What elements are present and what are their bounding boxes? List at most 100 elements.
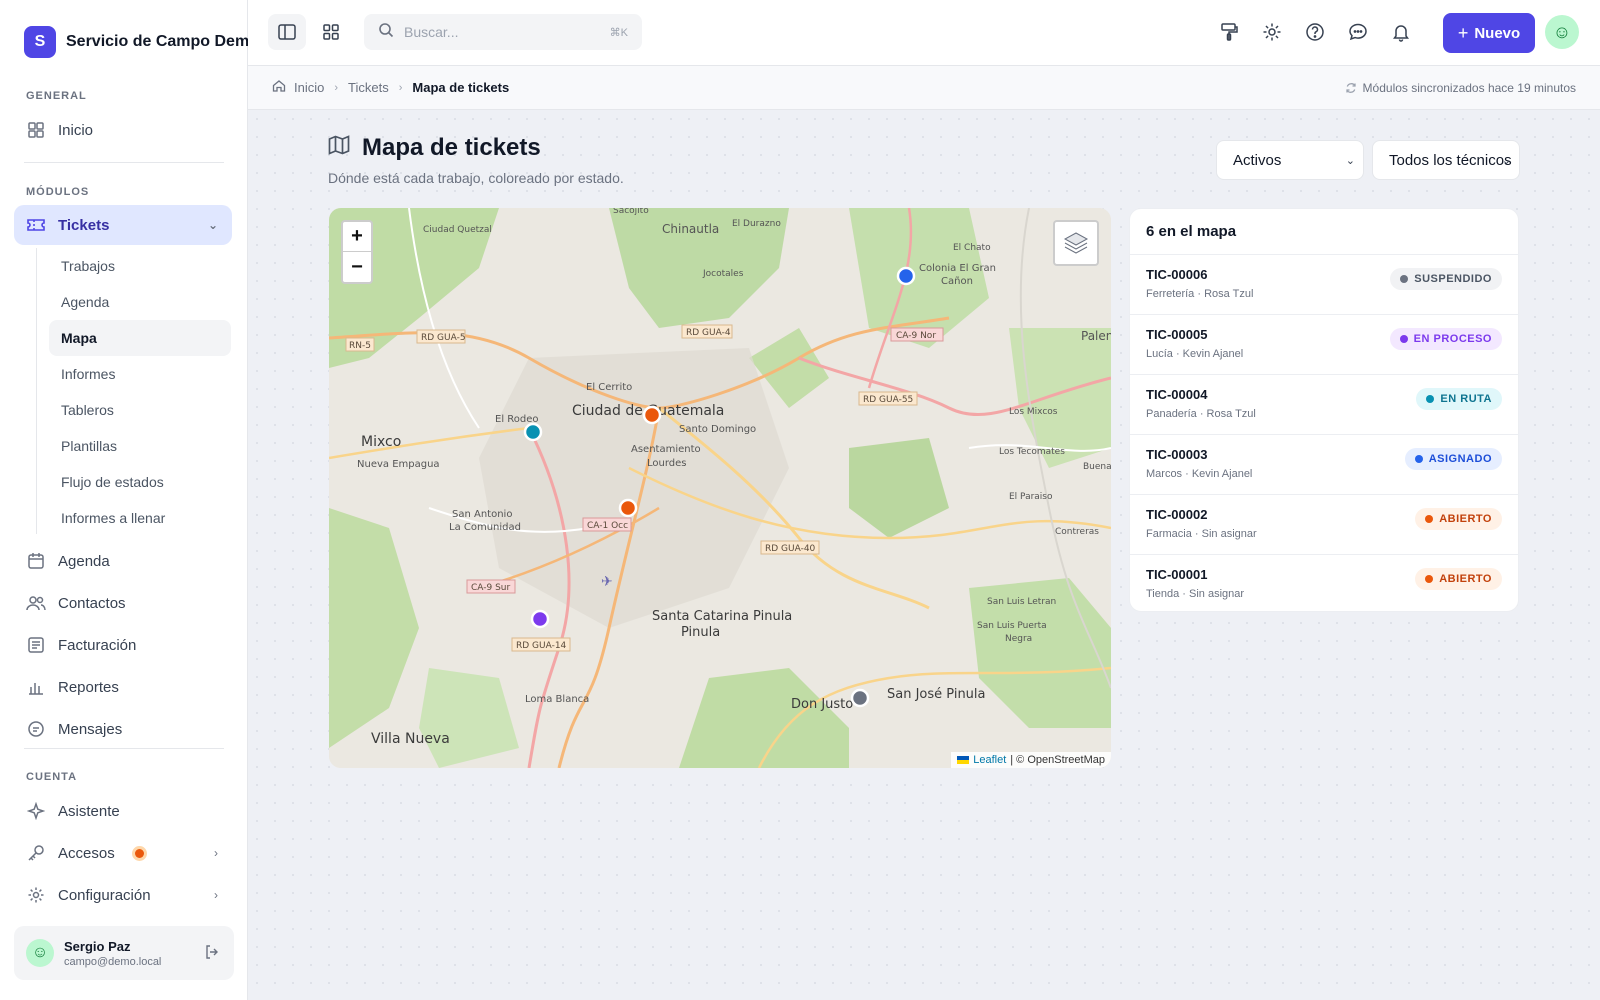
status-label: SUSPENDIDO <box>1414 273 1492 285</box>
sidebar-item-label: Inicio <box>58 121 94 139</box>
map-tiles: RD GUA-5 RN-5 RD GUA-4 CA-9 Nor RD GUA-5… <box>329 208 1111 768</box>
ticket-icon <box>26 215 46 235</box>
layers-icon <box>1063 232 1089 254</box>
logout-icon[interactable] <box>204 944 220 963</box>
avatar[interactable]: ☺ <box>1545 15 1579 49</box>
subnav-item-trabajos[interactable]: Trabajos <box>49 248 231 284</box>
map-attribution: Leaflet | © OpenStreetMap <box>951 752 1111 768</box>
subnav-item-plantillas[interactable]: Plantillas <box>49 428 231 464</box>
zoom-out-button[interactable]: − <box>343 252 371 282</box>
sync-text: Módulos sincronizados hace 19 minutos <box>1362 80 1576 95</box>
apps-button[interactable] <box>312 14 350 50</box>
subnav-item-agenda[interactable]: Agenda <box>49 284 231 320</box>
status-filter-select[interactable]: Activos ⌄ <box>1216 140 1364 180</box>
chevron-down-icon: ⌄ <box>1345 154 1355 167</box>
status-label: EN PROCESO <box>1413 333 1492 345</box>
place-label: Contreras <box>1055 527 1099 537</box>
new-button[interactable]: + Nuevo <box>1443 13 1535 53</box>
zoom-control: + − <box>341 220 373 284</box>
status-badge: EN PROCESO <box>1389 328 1502 350</box>
status-dot <box>1400 275 1409 283</box>
list-item[interactable]: TIC-00002 Farmacia · Sin asignar ABIERTO <box>1130 495 1518 555</box>
list-item[interactable]: TIC-00003 Marcos · Kevin Ajanel ASIGNADO <box>1130 435 1518 495</box>
list-item[interactable]: TIC-00005 Lucía · Kevin Ajanel EN PROCESO <box>1130 315 1518 375</box>
layers-button[interactable] <box>1053 220 1099 266</box>
road-label: RD GUA-5 <box>421 333 466 343</box>
sidebar-item-contactos[interactable]: Contactos <box>14 583 232 623</box>
status-badge: ABIERTO <box>1415 568 1502 590</box>
place-label: El Paraiso <box>1009 492 1053 502</box>
zoom-in-button[interactable]: + <box>343 222 371 252</box>
chat-button[interactable] <box>1339 14 1377 50</box>
sidebar-item-accesos[interactable]: Accesos › <box>14 833 232 873</box>
place-label: Don Justo <box>791 697 853 712</box>
breadcrumb-current: Mapa de tickets <box>412 80 510 95</box>
sidebar-item-label: Asistente <box>58 802 120 820</box>
sidebar-item-mensajes[interactable]: Mensajes <box>14 709 232 749</box>
user-email: campo@demo.local <box>64 955 162 968</box>
subnav-item-informes[interactable]: Informes <box>49 356 231 392</box>
search-icon <box>378 22 394 43</box>
page-title-text: Mapa de tickets <box>362 134 541 161</box>
section-label-general: GENERAL <box>26 90 87 102</box>
notifications-button[interactable] <box>1382 14 1420 50</box>
sidebar-item-label: Facturación <box>58 636 137 654</box>
place-label: Negra <box>1005 634 1032 644</box>
divider <box>24 162 224 163</box>
leaflet-link[interactable]: Leaflet <box>973 754 1006 766</box>
brand[interactable]: S Servicio de Campo Demo <box>24 26 259 58</box>
place-label: Chinautla <box>662 222 719 236</box>
list-item[interactable]: TIC-00001 Tienda · Sin asignar ABIERTO <box>1130 555 1518 611</box>
sidebar-item-inicio[interactable]: Inicio <box>14 110 232 150</box>
subnav-item-mapa[interactable]: Mapa <box>49 320 231 356</box>
brand-name: Servicio de Campo Demo <box>66 33 259 50</box>
place-label: Loma Blanca <box>525 694 589 705</box>
sidebar-item-configuracion[interactable]: Configuración › <box>14 875 232 915</box>
marker-en-proceso <box>530 609 550 629</box>
place-label: Buena <box>1083 462 1111 472</box>
chat-icon <box>1349 23 1367 41</box>
sidebar-item-facturacion[interactable]: Facturación <box>14 625 232 665</box>
place-label: Jocotales <box>702 269 744 279</box>
main-content: Mapa de tickets Dónde está cada trabajo,… <box>248 110 1600 1000</box>
status-badge: SUSPENDIDO <box>1390 268 1502 290</box>
tickets-map[interactable]: RD GUA-5 RN-5 RD GUA-4 CA-9 Nor RD GUA-5… <box>329 208 1111 768</box>
breadcrumb-tickets[interactable]: Tickets <box>348 80 389 95</box>
subnav-item-tableros[interactable]: Tableros <box>49 392 231 428</box>
sidebar-item-asistente[interactable]: Asistente <box>14 791 232 831</box>
status-badge: ASIGNADO <box>1404 448 1502 470</box>
list-item[interactable]: TIC-00004 Panadería · Rosa Tzul EN RUTA <box>1130 375 1518 435</box>
breadcrumb: Inicio › Tickets › Mapa de tickets Módul… <box>248 66 1600 110</box>
help-button[interactable] <box>1296 14 1334 50</box>
section-label-cuenta: CUENTA <box>26 771 78 783</box>
notification-dot <box>134 848 144 858</box>
place-label: Cañon <box>941 276 973 287</box>
place-label: Palenc <box>1081 329 1111 343</box>
search-box[interactable]: ⌘K <box>364 14 642 50</box>
list-item[interactable]: TIC-00006 Ferretería · Rosa Tzul SUSPENDID… <box>1130 255 1518 315</box>
breadcrumb-home[interactable]: Inicio <box>294 80 324 95</box>
sidebar-toggle-button[interactable] <box>268 14 306 50</box>
road-label: RD GUA-4 <box>686 328 731 338</box>
sidebar-item-reportes[interactable]: Reportes <box>14 667 232 707</box>
place-label: El Chato <box>953 243 991 253</box>
place-label: Ciudad Quetzal <box>423 225 492 235</box>
place-label: La Comunidad <box>449 522 521 533</box>
settings-button[interactable] <box>1253 14 1291 50</box>
subnav-item-flujo-de-estados[interactable]: Flujo de estados <box>49 464 231 500</box>
marker-suspendido <box>850 688 870 708</box>
user-card[interactable]: ☺ Sergio Paz campo@demo.local <box>14 926 234 980</box>
technician-filter-select[interactable]: Todos los técnicos ⌄ <box>1372 140 1520 180</box>
paint-roller-button[interactable] <box>1210 14 1248 50</box>
place-label: San Luis Letran <box>987 597 1056 607</box>
sidebar-item-tickets[interactable]: Tickets ⌄ <box>14 205 232 245</box>
search-input[interactable] <box>404 24 584 40</box>
subnav-item-informes-a-llenar[interactable]: Informes a llenar <box>49 500 231 536</box>
marker-en-ruta <box>523 422 543 442</box>
topbar: ⌘K + Nuevo ☺ <box>248 0 1600 66</box>
status-dot <box>1426 395 1435 403</box>
sidebar-item-agenda[interactable]: Agenda <box>14 541 232 581</box>
sidebar-item-label: Contactos <box>58 594 126 612</box>
place-label: Colonia El Gran <box>919 263 996 274</box>
section-label-modulos: MÓDULOS <box>26 186 90 198</box>
